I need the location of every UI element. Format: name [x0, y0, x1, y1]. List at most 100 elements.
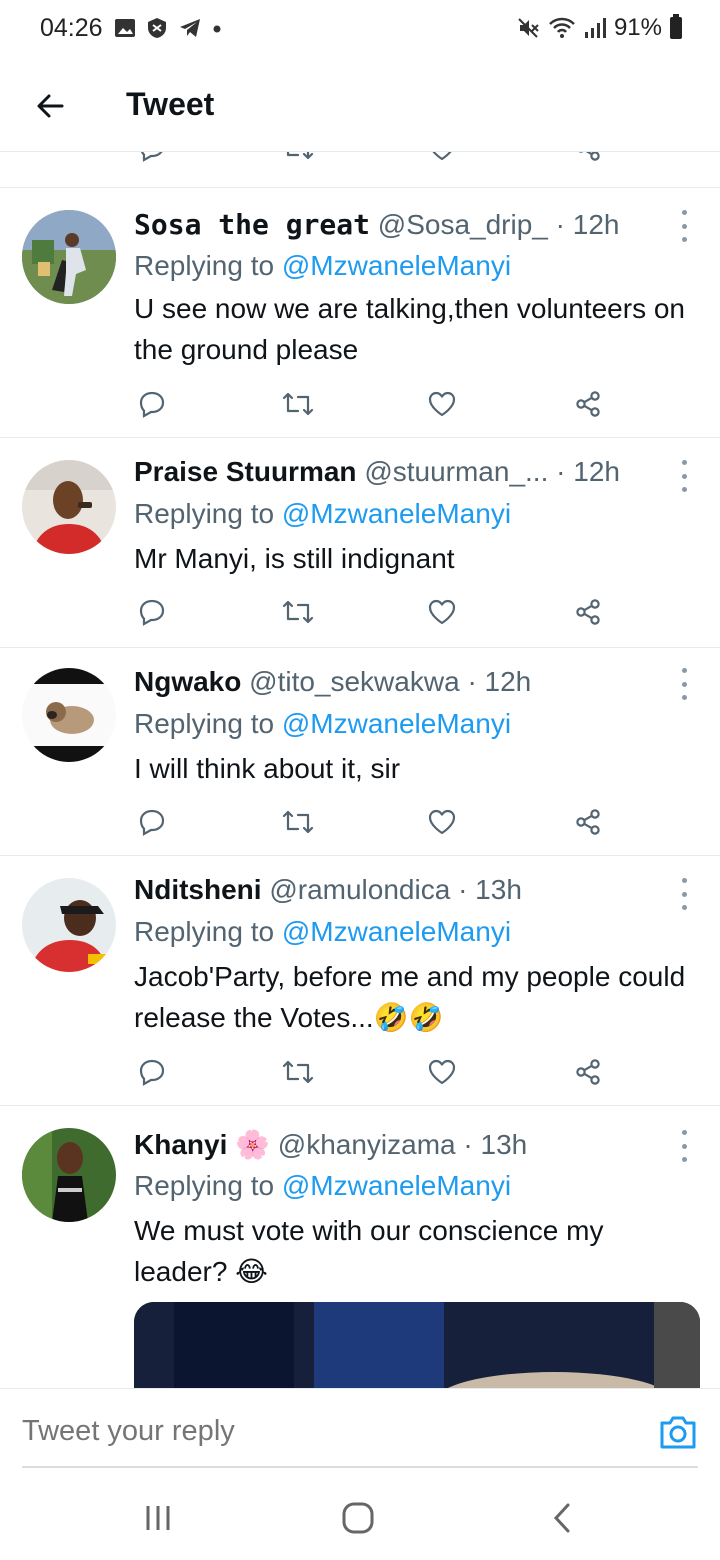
dot-icon [213, 25, 221, 33]
tweet-media-image[interactable] [134, 1302, 700, 1388]
arrow-left-icon [37, 94, 64, 118]
wifi-icon [549, 17, 575, 38]
reply-button[interactable] [134, 594, 170, 630]
system-back-button[interactable] [542, 1498, 582, 1538]
retweet-button[interactable] [280, 1054, 316, 1090]
reply-button[interactable] [134, 386, 170, 422]
like-button[interactable] [424, 594, 460, 630]
reply-icon [140, 152, 163, 162]
author-name[interactable]: Ngwako [134, 666, 241, 697]
tweet-text: U see now we are talking,then volunteers… [134, 293, 685, 365]
reply-label: Replying to [134, 708, 275, 739]
page-title: Tweet [126, 86, 215, 122]
share-button[interactable] [570, 594, 606, 630]
author-handle[interactable]: @Sosa_drip_ [378, 209, 548, 240]
author-handle[interactable]: @ramulondica [269, 874, 450, 905]
like-button[interactable] [424, 386, 460, 422]
retweet-icon [282, 600, 314, 624]
author-handle[interactable]: @stuurman_... [364, 456, 548, 487]
telegram-icon [180, 19, 200, 37]
reply-icon [139, 391, 165, 418]
avatar[interactable] [22, 668, 116, 762]
retweet-icon [286, 152, 314, 160]
tweet-time: · 12h [555, 209, 620, 240]
camera-icon [660, 1416, 696, 1449]
tweet-item[interactable]: Sosa the great @Sosa_drip_ · 12h Replyin… [0, 188, 720, 438]
author-handle[interactable]: @tito_sekwakwa [249, 666, 460, 697]
reply-label: Replying to [134, 250, 275, 281]
more-options-button[interactable] [674, 210, 694, 242]
retweet-button[interactable] [280, 804, 316, 840]
more-options-button[interactable] [674, 878, 694, 910]
more-options-button[interactable] [674, 1130, 694, 1162]
share-icon [578, 152, 600, 161]
share-button[interactable] [570, 1054, 606, 1090]
reply-label: Replying to [134, 1170, 275, 1201]
battery-icon [670, 14, 682, 39]
share-button[interactable] [570, 386, 606, 422]
tweet-time: · 12h [467, 666, 532, 697]
retweet-button[interactable] [280, 594, 316, 630]
heart-icon [428, 809, 456, 835]
avatar[interactable] [22, 210, 116, 304]
heart-icon [432, 152, 452, 161]
more-options-button[interactable] [674, 668, 694, 700]
tweet-item[interactable]: Ngwako @tito_sekwakwa · 12h Replying to … [0, 648, 720, 856]
heart-icon [428, 599, 456, 625]
reply-icon [139, 809, 165, 836]
share-icon [576, 1059, 600, 1085]
retweet-button[interactable] [280, 152, 316, 166]
share-button[interactable] [570, 152, 606, 166]
previous-tweet-actions [0, 152, 720, 188]
author-name[interactable]: Sosa the great [134, 208, 370, 241]
home-button[interactable] [338, 1498, 378, 1538]
back-icon [553, 1503, 570, 1533]
author-name[interactable]: Praise Stuurman [134, 456, 357, 487]
signal-icon [584, 18, 606, 38]
back-button[interactable] [28, 84, 72, 128]
like-button[interactable] [424, 152, 460, 166]
author-name[interactable]: Nditsheni [134, 874, 262, 905]
mention-link[interactable]: @MzwaneleManyi [282, 498, 511, 529]
top-app-bar: Tweet [0, 62, 720, 152]
author-handle[interactable]: @khanyizama [278, 1129, 456, 1160]
shield-icon [148, 18, 166, 38]
heart-icon [428, 1059, 456, 1085]
mention-link[interactable]: @MzwaneleManyi [282, 1170, 511, 1201]
reply-label: Replying to [134, 916, 275, 947]
mention-link[interactable]: @MzwaneleManyi [282, 916, 511, 947]
share-icon [576, 809, 600, 835]
home-icon [342, 1502, 374, 1534]
recent-apps-button[interactable] [138, 1498, 178, 1538]
tweet-item[interactable]: Praise Stuurman @stuurman_... · 12h Repl… [0, 438, 720, 648]
like-button[interactable] [424, 1054, 460, 1090]
camera-button[interactable] [658, 1413, 698, 1451]
avatar[interactable] [22, 460, 116, 554]
share-button[interactable] [570, 804, 606, 840]
mute-icon [518, 18, 539, 38]
like-button[interactable] [424, 804, 460, 840]
retweet-icon [282, 392, 314, 416]
mention-link[interactable]: @MzwaneleManyi [282, 708, 511, 739]
tweet-text: I will think about it, sir [134, 753, 401, 784]
recent-apps-icon [146, 1506, 170, 1530]
retweet-button[interactable] [280, 386, 316, 422]
image-icon [115, 19, 135, 37]
share-icon [576, 599, 600, 625]
tweet-text: Jacob'Party, before me and my people cou… [134, 961, 686, 1033]
more-options-button[interactable] [674, 460, 694, 492]
retweet-icon [282, 810, 314, 834]
reply-button[interactable] [134, 804, 170, 840]
tweet-text: Mr Manyi, is still indignant [134, 543, 455, 574]
status-time: 04:26 [40, 14, 103, 42]
reply-button[interactable] [134, 152, 170, 166]
reply-composer [0, 1388, 720, 1470]
reply-button[interactable] [134, 1054, 170, 1090]
avatar[interactable] [22, 878, 116, 972]
reply-input[interactable] [22, 1415, 582, 1448]
reply-icon [139, 599, 165, 626]
avatar[interactable] [22, 1128, 116, 1222]
mention-link[interactable]: @MzwaneleManyi [282, 250, 511, 281]
author-name[interactable]: Khanyi 🌸 [134, 1129, 270, 1160]
tweet-item[interactable]: Nditsheni @ramulondica · 13h Replying to… [0, 856, 720, 1106]
